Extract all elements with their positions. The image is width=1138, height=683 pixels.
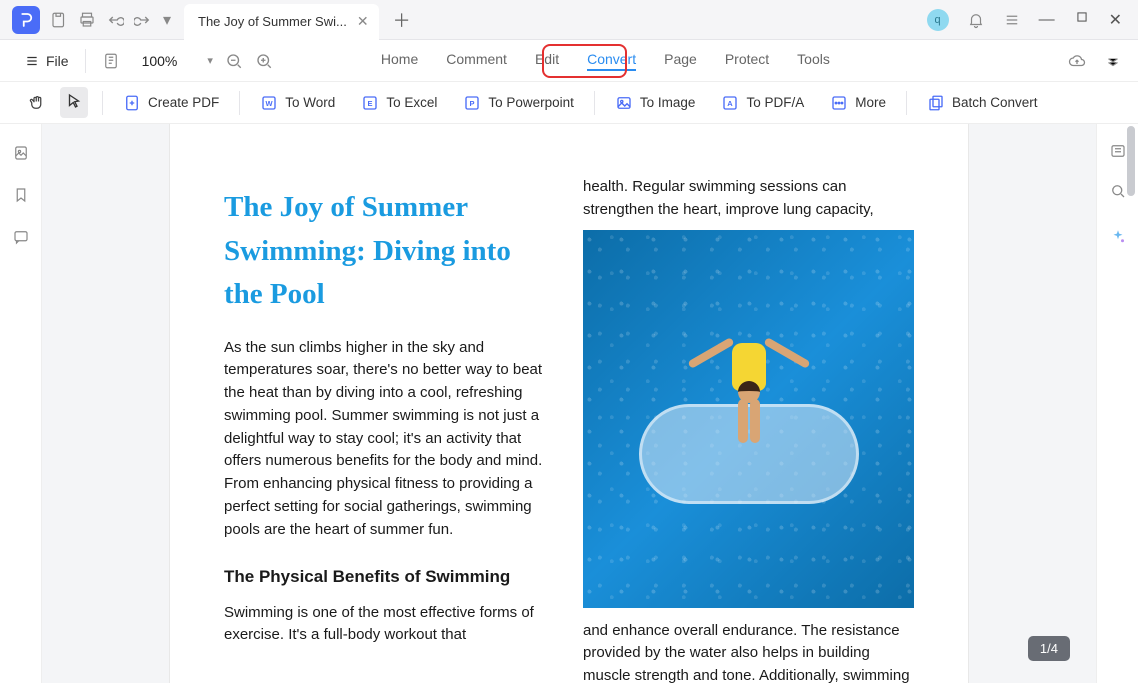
- zoom-controls: 100% ▾: [142, 52, 273, 70]
- file-label: File: [46, 53, 69, 69]
- hand-tool-icon[interactable]: [28, 94, 46, 112]
- properties-icon[interactable]: [1109, 142, 1127, 160]
- separator: [85, 49, 86, 73]
- tab-comment[interactable]: Comment: [446, 51, 507, 71]
- paragraph: As the sun climbs higher in the sky and …: [224, 337, 555, 542]
- zoom-in-icon[interactable]: [255, 52, 273, 70]
- tab-protect[interactable]: Protect: [725, 51, 769, 71]
- collapse-ribbon-icon[interactable]: [1104, 52, 1122, 70]
- tab-title: The Joy of Summer Swi...: [198, 14, 347, 29]
- dropdown-caret-icon[interactable]: ▾: [162, 11, 172, 29]
- tab-edit[interactable]: Edit: [535, 51, 559, 71]
- undo-icon[interactable]: [106, 11, 124, 29]
- chevron-down-icon: ▾: [207, 54, 213, 67]
- menu-tabs: Home Comment Edit Convert Page Protect T…: [381, 51, 830, 71]
- create-pdf-button[interactable]: Create PDF: [117, 90, 225, 116]
- app-logo[interactable]: [12, 6, 40, 34]
- main-area: The Joy of Summer Swimming: Diving into …: [0, 124, 1138, 683]
- tab-home[interactable]: Home: [381, 51, 418, 71]
- to-powerpoint-button[interactable]: PTo Powerpoint: [457, 90, 580, 116]
- close-window-icon[interactable]: ✕: [1109, 10, 1122, 30]
- separator: [906, 91, 907, 115]
- ai-sparkle-icon[interactable]: [1109, 228, 1127, 246]
- menubar: File 100% ▾ Home Comment Edit Convert Pa…: [0, 40, 1138, 82]
- tab-page[interactable]: Page: [664, 51, 697, 71]
- pool-image: [583, 230, 914, 608]
- svg-text:A: A: [728, 99, 734, 108]
- subheading: The Physical Benefits of Swimming: [224, 564, 555, 590]
- maximize-icon[interactable]: [1075, 10, 1089, 29]
- close-tab-icon[interactable]: ✕: [357, 13, 369, 30]
- thumbnails-icon[interactable]: [12, 144, 30, 162]
- comment-panel-icon[interactable]: [12, 228, 30, 246]
- tab-convert[interactable]: Convert: [587, 51, 636, 71]
- paragraph: health. Regular swimming sessions can st…: [583, 176, 914, 222]
- paragraph: Swimming is one of the most effective fo…: [224, 602, 555, 648]
- menu-icon[interactable]: [1003, 11, 1021, 29]
- more-button[interactable]: More: [824, 90, 892, 116]
- tab-tools[interactable]: Tools: [797, 51, 830, 71]
- separator: [239, 91, 240, 115]
- to-excel-button[interactable]: ETo Excel: [355, 90, 443, 116]
- titlebar-right: q — ✕: [927, 9, 1138, 31]
- redo-icon[interactable]: [134, 11, 152, 29]
- save-icon[interactable]: [50, 11, 68, 29]
- minimize-icon[interactable]: —: [1039, 11, 1055, 29]
- page-layout-icon[interactable]: [102, 52, 120, 70]
- print-icon[interactable]: [78, 11, 96, 29]
- file-menu-button[interactable]: File: [16, 49, 77, 73]
- vertical-scrollbar[interactable]: [1127, 126, 1135, 196]
- document-title: The Joy of Summer Swimming: Diving into …: [224, 186, 555, 317]
- right-sidebar: [1096, 124, 1138, 683]
- tab-strip: The Joy of Summer Swi... ✕ ＋: [184, 0, 411, 39]
- titlebar: ▾ The Joy of Summer Swi... ✕ ＋ q — ✕: [0, 0, 1138, 40]
- user-avatar[interactable]: q: [927, 9, 949, 31]
- paragraph: and enhance overall endurance. The resis…: [583, 620, 914, 683]
- page-indicator[interactable]: 1/4: [1028, 636, 1070, 661]
- svg-text:E: E: [368, 99, 373, 108]
- titlebar-left: ▾: [0, 6, 172, 34]
- convert-toolbar: Create PDF WTo Word ETo Excel PTo Powerp…: [0, 82, 1138, 124]
- document-viewer[interactable]: The Joy of Summer Swimming: Diving into …: [42, 124, 1096, 683]
- svg-text:P: P: [470, 99, 475, 108]
- separator: [594, 91, 595, 115]
- bookmark-icon[interactable]: [12, 186, 30, 204]
- menubar-right: [1068, 52, 1122, 70]
- bell-icon[interactable]: [967, 11, 985, 29]
- select-tool-icon[interactable]: [60, 87, 88, 118]
- left-sidebar: [0, 124, 42, 683]
- separator: [102, 91, 103, 115]
- zoom-dropdown[interactable]: 100% ▾: [142, 53, 213, 69]
- document-tab[interactable]: The Joy of Summer Swi... ✕: [184, 4, 379, 40]
- batch-convert-button[interactable]: Batch Convert: [921, 90, 1044, 116]
- svg-text:W: W: [266, 99, 274, 108]
- document-page: The Joy of Summer Swimming: Diving into …: [170, 124, 968, 683]
- cloud-icon[interactable]: [1068, 52, 1086, 70]
- to-word-button[interactable]: WTo Word: [254, 90, 341, 116]
- search-icon[interactable]: [1109, 182, 1127, 200]
- add-tab-button[interactable]: ＋: [393, 7, 411, 33]
- to-pdfa-button[interactable]: ATo PDF/A: [715, 90, 810, 116]
- to-image-button[interactable]: To Image: [609, 90, 702, 116]
- zoom-out-icon[interactable]: [225, 52, 243, 70]
